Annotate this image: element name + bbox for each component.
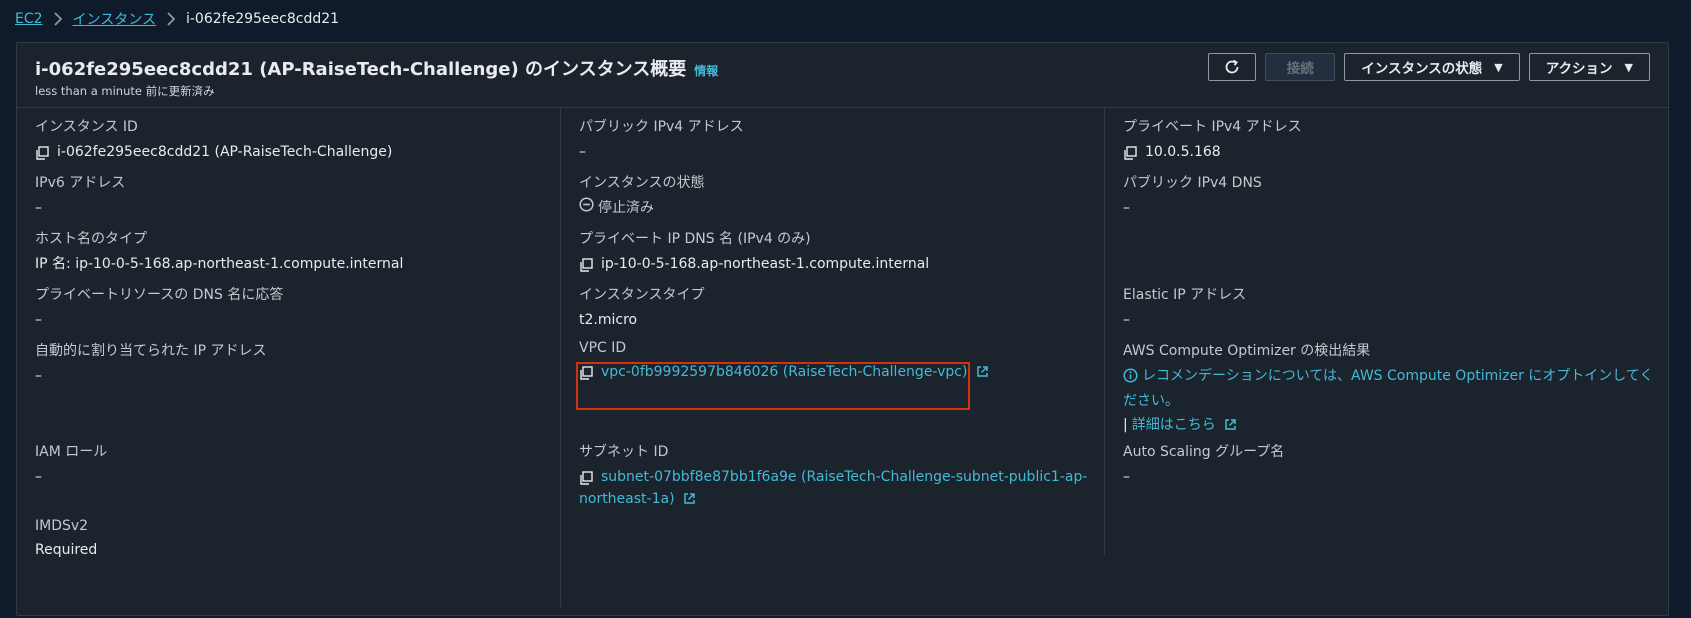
info-link[interactable]: 情報 <box>694 62 718 79</box>
field-label: VPC ID <box>579 340 627 356</box>
field-hostname-type: ホスト名のタイプ IP 名: ip-10-0-5-168.ap-northeas… <box>35 228 550 275</box>
external-link-icon <box>1225 419 1236 430</box>
field-private-ipv4: プライベート IPv4 アドレス 10.0.5.168 <box>1123 116 1655 163</box>
chevron-right-icon <box>53 12 63 26</box>
connect-button[interactable]: 接続 <box>1265 53 1336 81</box>
field-label: IPv6 アドレス <box>35 175 126 191</box>
actions-dropdown-label: アクション <box>1545 61 1613 77</box>
refresh-button[interactable] <box>1208 53 1257 81</box>
details-column-1: インスタンス ID i-062fe295eec8cdd21 (AP-RaiseT… <box>17 108 560 607</box>
copy-icon[interactable] <box>579 470 593 485</box>
details-link[interactable]: 詳細はこちら <box>1132 414 1237 436</box>
field-ipv6: IPv6 アドレス – <box>35 172 550 219</box>
caret-down-icon: ▼ <box>1624 60 1633 74</box>
status-text: 停止済み <box>598 200 654 216</box>
last-updated-text: less than a minute 前に更新済み <box>35 84 215 98</box>
field-value: – <box>35 312 42 328</box>
divider-bar: | <box>1123 417 1128 433</box>
field-label: Elastic IP アドレス <box>1123 287 1247 303</box>
page-title: i-062fe295eec8cdd21 (AP-RaiseTech-Challe… <box>35 59 687 80</box>
field-label: インスタンス ID <box>35 119 138 135</box>
vpc-id-link-text: vpc-0fb9992597b846026 (RaiseTech-Challen… <box>601 364 968 380</box>
field-label: サブネット ID <box>579 444 669 460</box>
field-label: ホスト名のタイプ <box>35 231 147 247</box>
field-elastic-ip: Elastic IP アドレス – <box>1123 284 1655 331</box>
panel-header: i-062fe295eec8cdd21 (AP-RaiseTech-Challe… <box>17 43 1668 108</box>
field-public-ipv4: パブリック IPv4 アドレス – <box>579 116 1094 163</box>
field-value: IP 名: ip-10-0-5-168.ap-northeast-1.compu… <box>35 256 404 272</box>
field-imdsv2: IMDSv2 Required <box>35 518 550 561</box>
field-private-dns-answer: プライベートリソースの DNS 名に応答 – <box>35 284 550 331</box>
instance-summary-panel: i-062fe295eec8cdd21 (AP-RaiseTech-Challe… <box>16 42 1669 616</box>
instance-state-dropdown[interactable]: インスタンスの状態 ▼ <box>1344 53 1520 81</box>
field-value: – <box>35 469 42 485</box>
copy-icon[interactable] <box>1123 145 1137 160</box>
field-value: – <box>1123 200 1130 216</box>
field-label: プライベートリソースの DNS 名に応答 <box>35 287 284 303</box>
field-value: 10.0.5.168 <box>1145 144 1221 160</box>
field-vpc-id: VPC ID vpc-0fb9992597b846026 (RaiseTech-… <box>579 340 1094 383</box>
field-value: – <box>1123 312 1130 328</box>
copy-icon[interactable] <box>579 257 593 272</box>
optimizer-message-continuation: ださい。 <box>1123 393 1179 409</box>
field-label: パブリック IPv4 DNS <box>1123 175 1262 191</box>
chevron-right-icon <box>166 12 176 26</box>
refresh-icon <box>1225 59 1239 74</box>
field-auto-ip: 自動的に割り当てられた IP アドレス – <box>35 340 550 387</box>
field-label: 自動的に割り当てられた IP アドレス <box>35 343 267 359</box>
optimizer-message: レコメンデーションについては、AWS Compute Optimizer にオプ… <box>1142 368 1654 384</box>
field-label: Auto Scaling グループ名 <box>1123 444 1285 460</box>
subnet-id-link-continuation[interactable]: northeast-1a) <box>579 488 1094 510</box>
field-value: t2.micro <box>579 312 638 328</box>
vpc-id-link[interactable]: vpc-0fb9992597b846026 (RaiseTech-Challen… <box>601 361 989 383</box>
field-label: インスタンスタイプ <box>579 287 705 303</box>
actions-dropdown[interactable]: アクション ▼ <box>1528 53 1650 81</box>
details-column-3: プライベート IPv4 アドレス 10.0.5.168 パブリック IPv4 D… <box>1104 108 1665 555</box>
external-link-icon <box>684 493 695 504</box>
field-iam-role: IAM ロール – <box>35 441 550 488</box>
copy-icon[interactable] <box>35 145 49 160</box>
copy-icon[interactable] <box>579 365 593 380</box>
subnet-id-link[interactable]: subnet-07bbf8e87bb1f6a9e (RaiseTech-Chal… <box>601 466 1087 488</box>
breadcrumb-ec2[interactable]: EC2 <box>15 11 43 27</box>
field-value: – <box>35 368 42 384</box>
field-value: – <box>35 200 42 216</box>
field-value: – <box>579 144 586 160</box>
field-instance-id: インスタンス ID i-062fe295eec8cdd21 (AP-RaiseT… <box>35 116 550 163</box>
field-label: パブリック IPv4 アドレス <box>579 119 744 135</box>
details-column-2: パブリック IPv4 アドレス – インスタンスの状態 停止済み プライベート … <box>560 108 1104 607</box>
field-label: AWS Compute Optimizer の検出結果 <box>1123 343 1371 359</box>
field-value: i-062fe295eec8cdd21 (AP-RaiseTech-Challe… <box>57 144 393 160</box>
field-instance-state: インスタンスの状態 停止済み <box>579 172 1094 219</box>
field-value: – <box>1123 469 1130 485</box>
field-subnet-id: サブネット ID subnet-07bbf8e87bb1f6a9e (Raise… <box>579 441 1094 510</box>
subnet-id-link-text-2: northeast-1a) <box>579 491 675 507</box>
caret-down-icon: ▼ <box>1494 60 1503 74</box>
header-actions: 接続 インスタンスの状態 ▼ アクション ▼ <box>1208 53 1650 81</box>
instance-state-dropdown-label: インスタンスの状態 <box>1361 61 1483 77</box>
field-public-dns: パブリック IPv4 DNS – <box>1123 172 1655 219</box>
stopped-status-icon <box>579 197 594 219</box>
breadcrumb-current: i-062fe295eec8cdd21 <box>185 11 340 27</box>
field-label: IAM ロール <box>35 444 108 460</box>
field-label: IMDSv2 <box>35 518 89 534</box>
breadcrumb-instances[interactable]: インスタンス <box>73 9 156 29</box>
info-circle-icon <box>1123 368 1138 390</box>
field-value: ip-10-0-5-168.ap-northeast-1.compute.int… <box>601 256 930 272</box>
field-label: インスタンスの状態 <box>579 175 705 191</box>
external-link-icon <box>977 366 988 377</box>
field-label: プライベート IPv4 アドレス <box>1123 119 1302 135</box>
field-instance-type: インスタンスタイプ t2.micro <box>579 284 1094 331</box>
details-link-text: 詳細はこちら <box>1131 417 1216 433</box>
breadcrumb: EC2 インスタンス i-062fe295eec8cdd21 <box>15 8 339 30</box>
field-value: Required <box>35 542 98 558</box>
field-private-ip-dns: プライベート IP DNS 名 (IPv4 のみ) ip-10-0-5-168.… <box>579 228 1094 275</box>
field-compute-optimizer: AWS Compute Optimizer の検出結果 レコメンデーションについ… <box>1123 340 1655 436</box>
field-label: プライベート IP DNS 名 (IPv4 のみ) <box>579 231 811 247</box>
field-auto-scaling-group: Auto Scaling グループ名 – <box>1123 441 1655 488</box>
